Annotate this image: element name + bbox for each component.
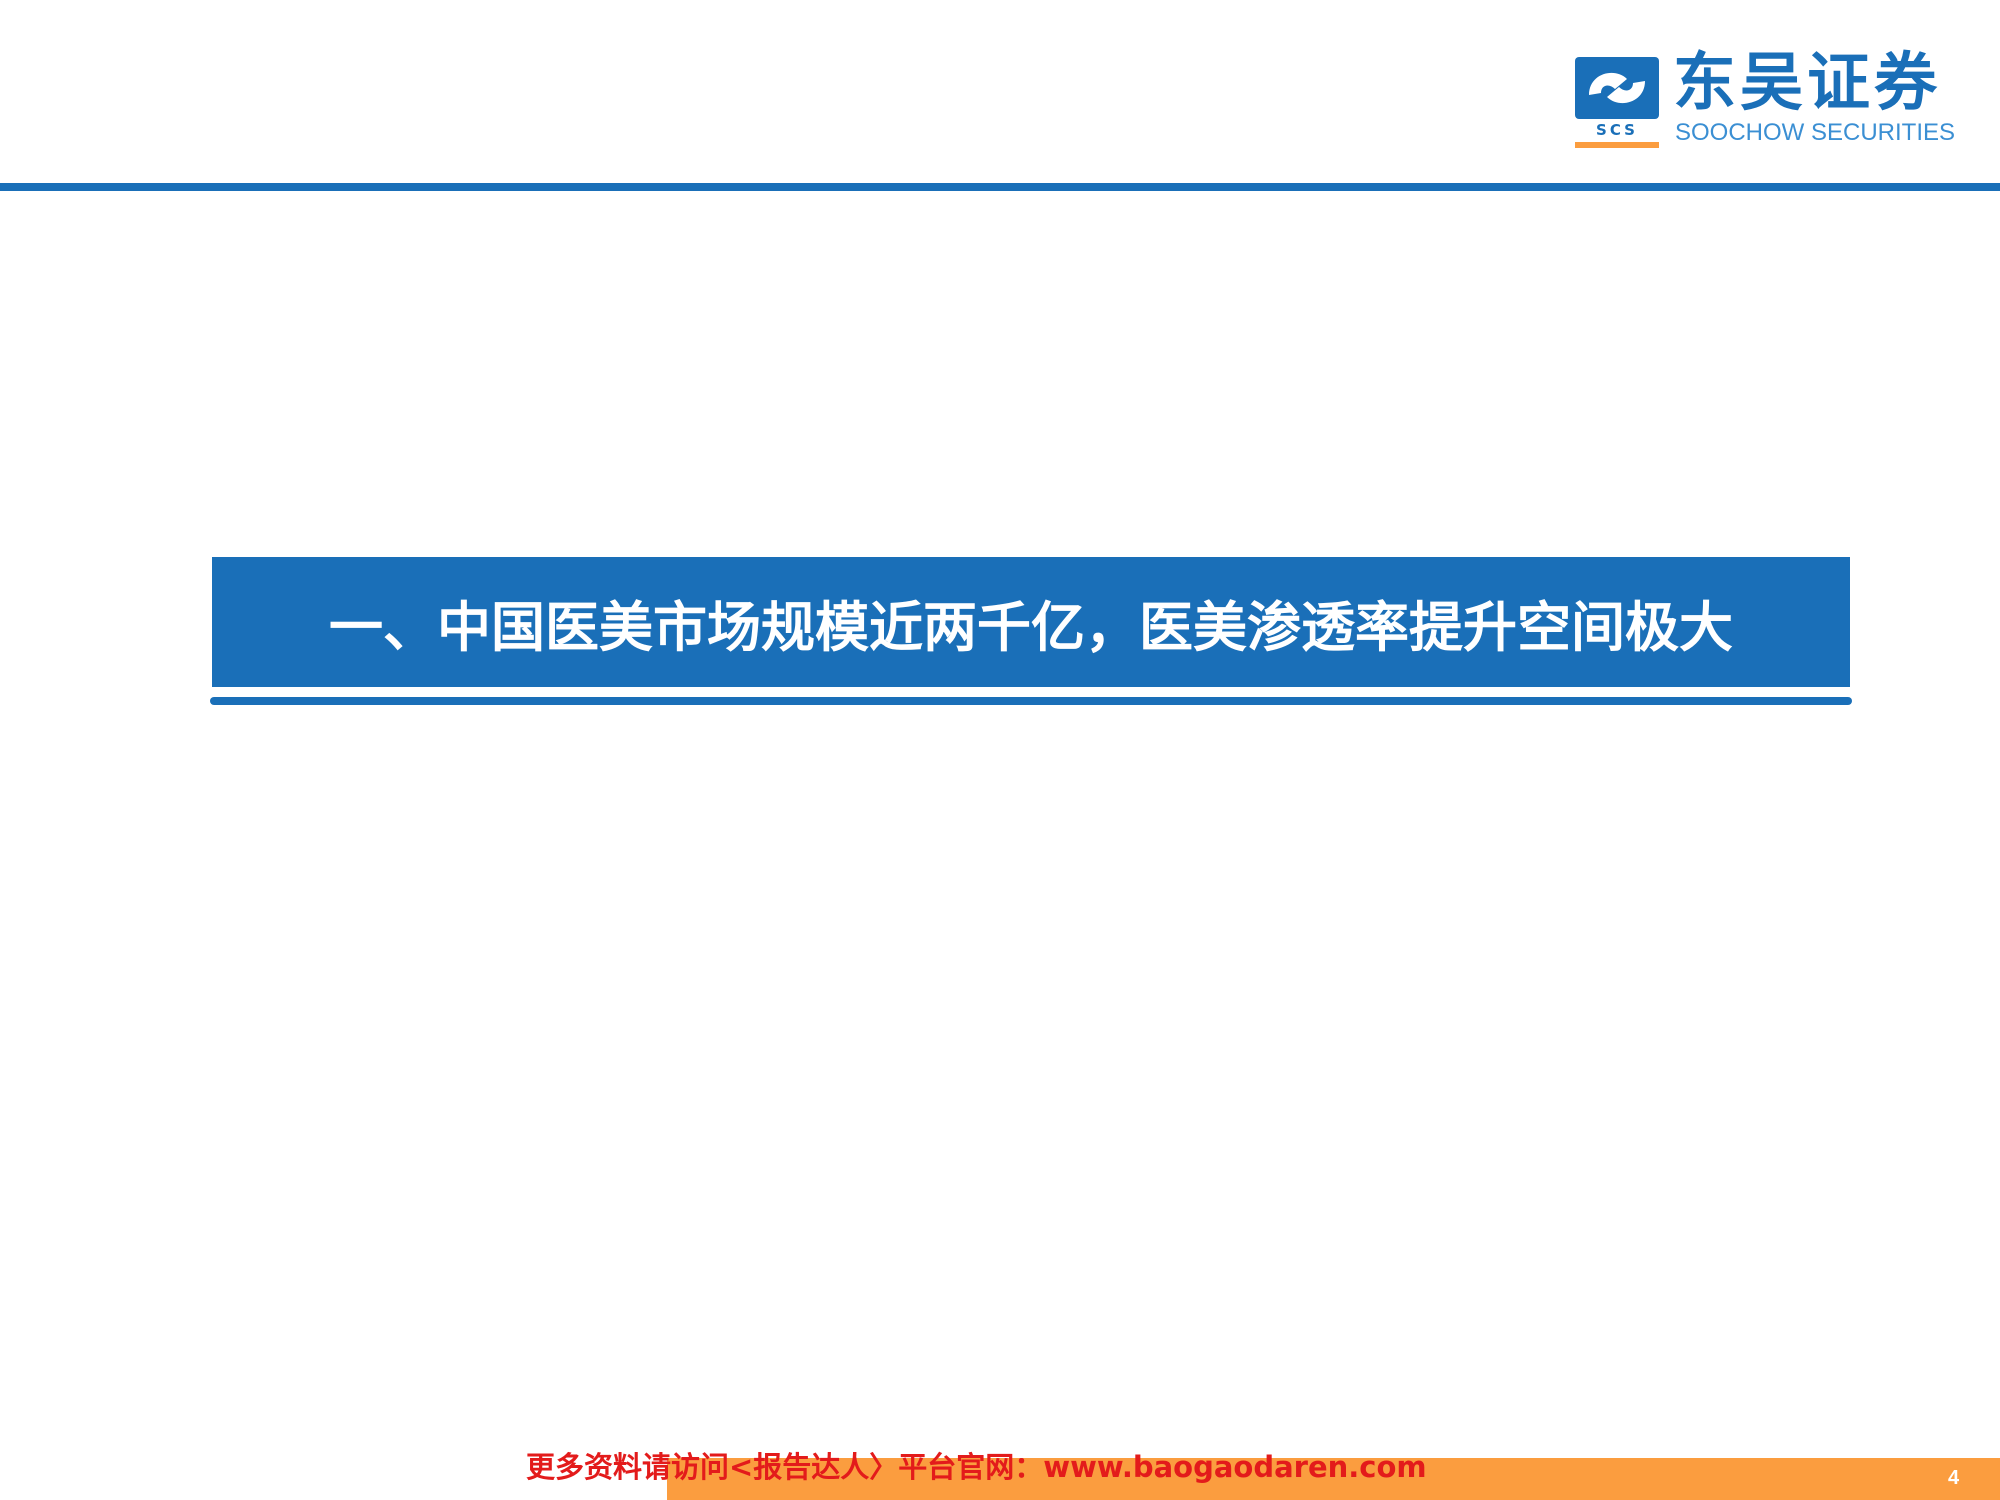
section-underline (210, 697, 1852, 705)
page-number: 4 (1948, 1467, 1960, 1489)
soochow-securities-logo-icon: SCS (1575, 57, 1659, 148)
header-rule (0, 183, 2000, 191)
company-logo: SCS 东吴证券 SOOCHOW SECURITIES (1575, 51, 1970, 150)
section-banner: 一、中国医美市场规模近两千亿，医美渗透率提升空间极大 (212, 557, 1850, 687)
logo-mark-text: SCS (1596, 121, 1638, 139)
logo-name-cn: 东吴证券 (1673, 46, 1941, 119)
logo-name-en: SOOCHOW SECURITIES (1675, 119, 1956, 146)
footer-notice-link[interactable]: 更多资料请访问<报告达人〉平台官网：www.baogaodaren.com (526, 1451, 1427, 1484)
section-title: 一、中国医美市场规模近两千亿，医美渗透率提升空间极大 (329, 595, 1733, 659)
